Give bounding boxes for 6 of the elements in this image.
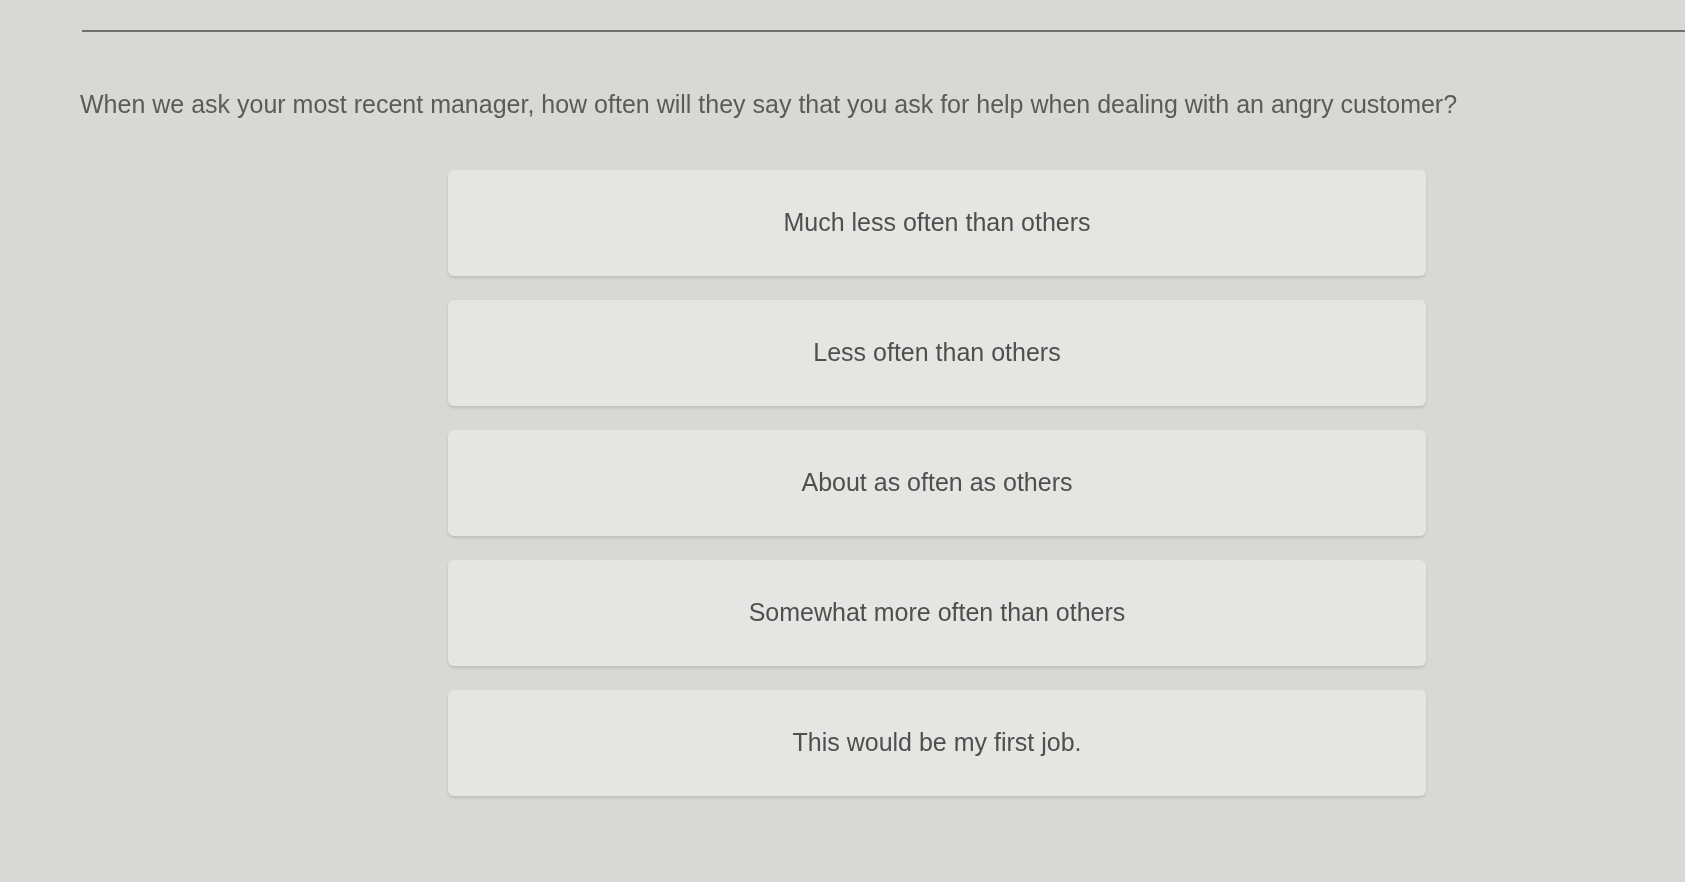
answer-option[interactable]: About as often as others <box>448 430 1426 536</box>
question-text: When we ask your most recent manager, how often will they say that you ask for help when dealing with an angry customer? <box>80 89 1458 120</box>
answer-option[interactable]: Much less often than others <box>448 170 1426 276</box>
answer-option[interactable]: Less often than others <box>448 300 1426 406</box>
answer-option[interactable]: This would be my first job. <box>448 690 1426 796</box>
answer-option[interactable]: Somewhat more often than others <box>448 560 1426 666</box>
